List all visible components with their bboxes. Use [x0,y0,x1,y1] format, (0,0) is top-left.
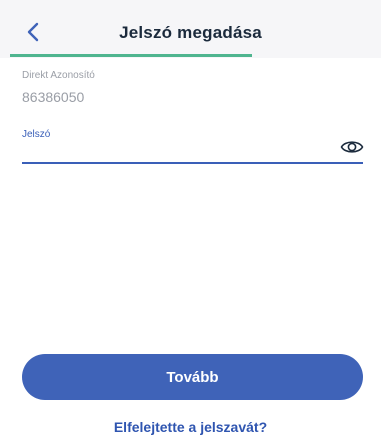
progress-fill [10,54,252,57]
password-screen: Jelszó megadása Direkt Azonosító 8638605… [0,0,381,444]
page-title: Jelszó megadása [119,23,262,42]
password-underline [22,162,363,164]
direct-id-value: 86386050 [22,89,85,105]
password-input[interactable] [22,138,336,162]
eye-icon [340,141,364,153]
progress-track [10,54,371,58]
show-password-toggle[interactable] [340,138,364,156]
forgot-password-link[interactable]: Elfelejtette a jelszavát? [0,419,381,435]
header-bar: Jelszó megadása [0,0,381,58]
continue-button[interactable]: Tovább [22,354,363,400]
direct-id-label: Direkt Azonosító [22,70,95,81]
